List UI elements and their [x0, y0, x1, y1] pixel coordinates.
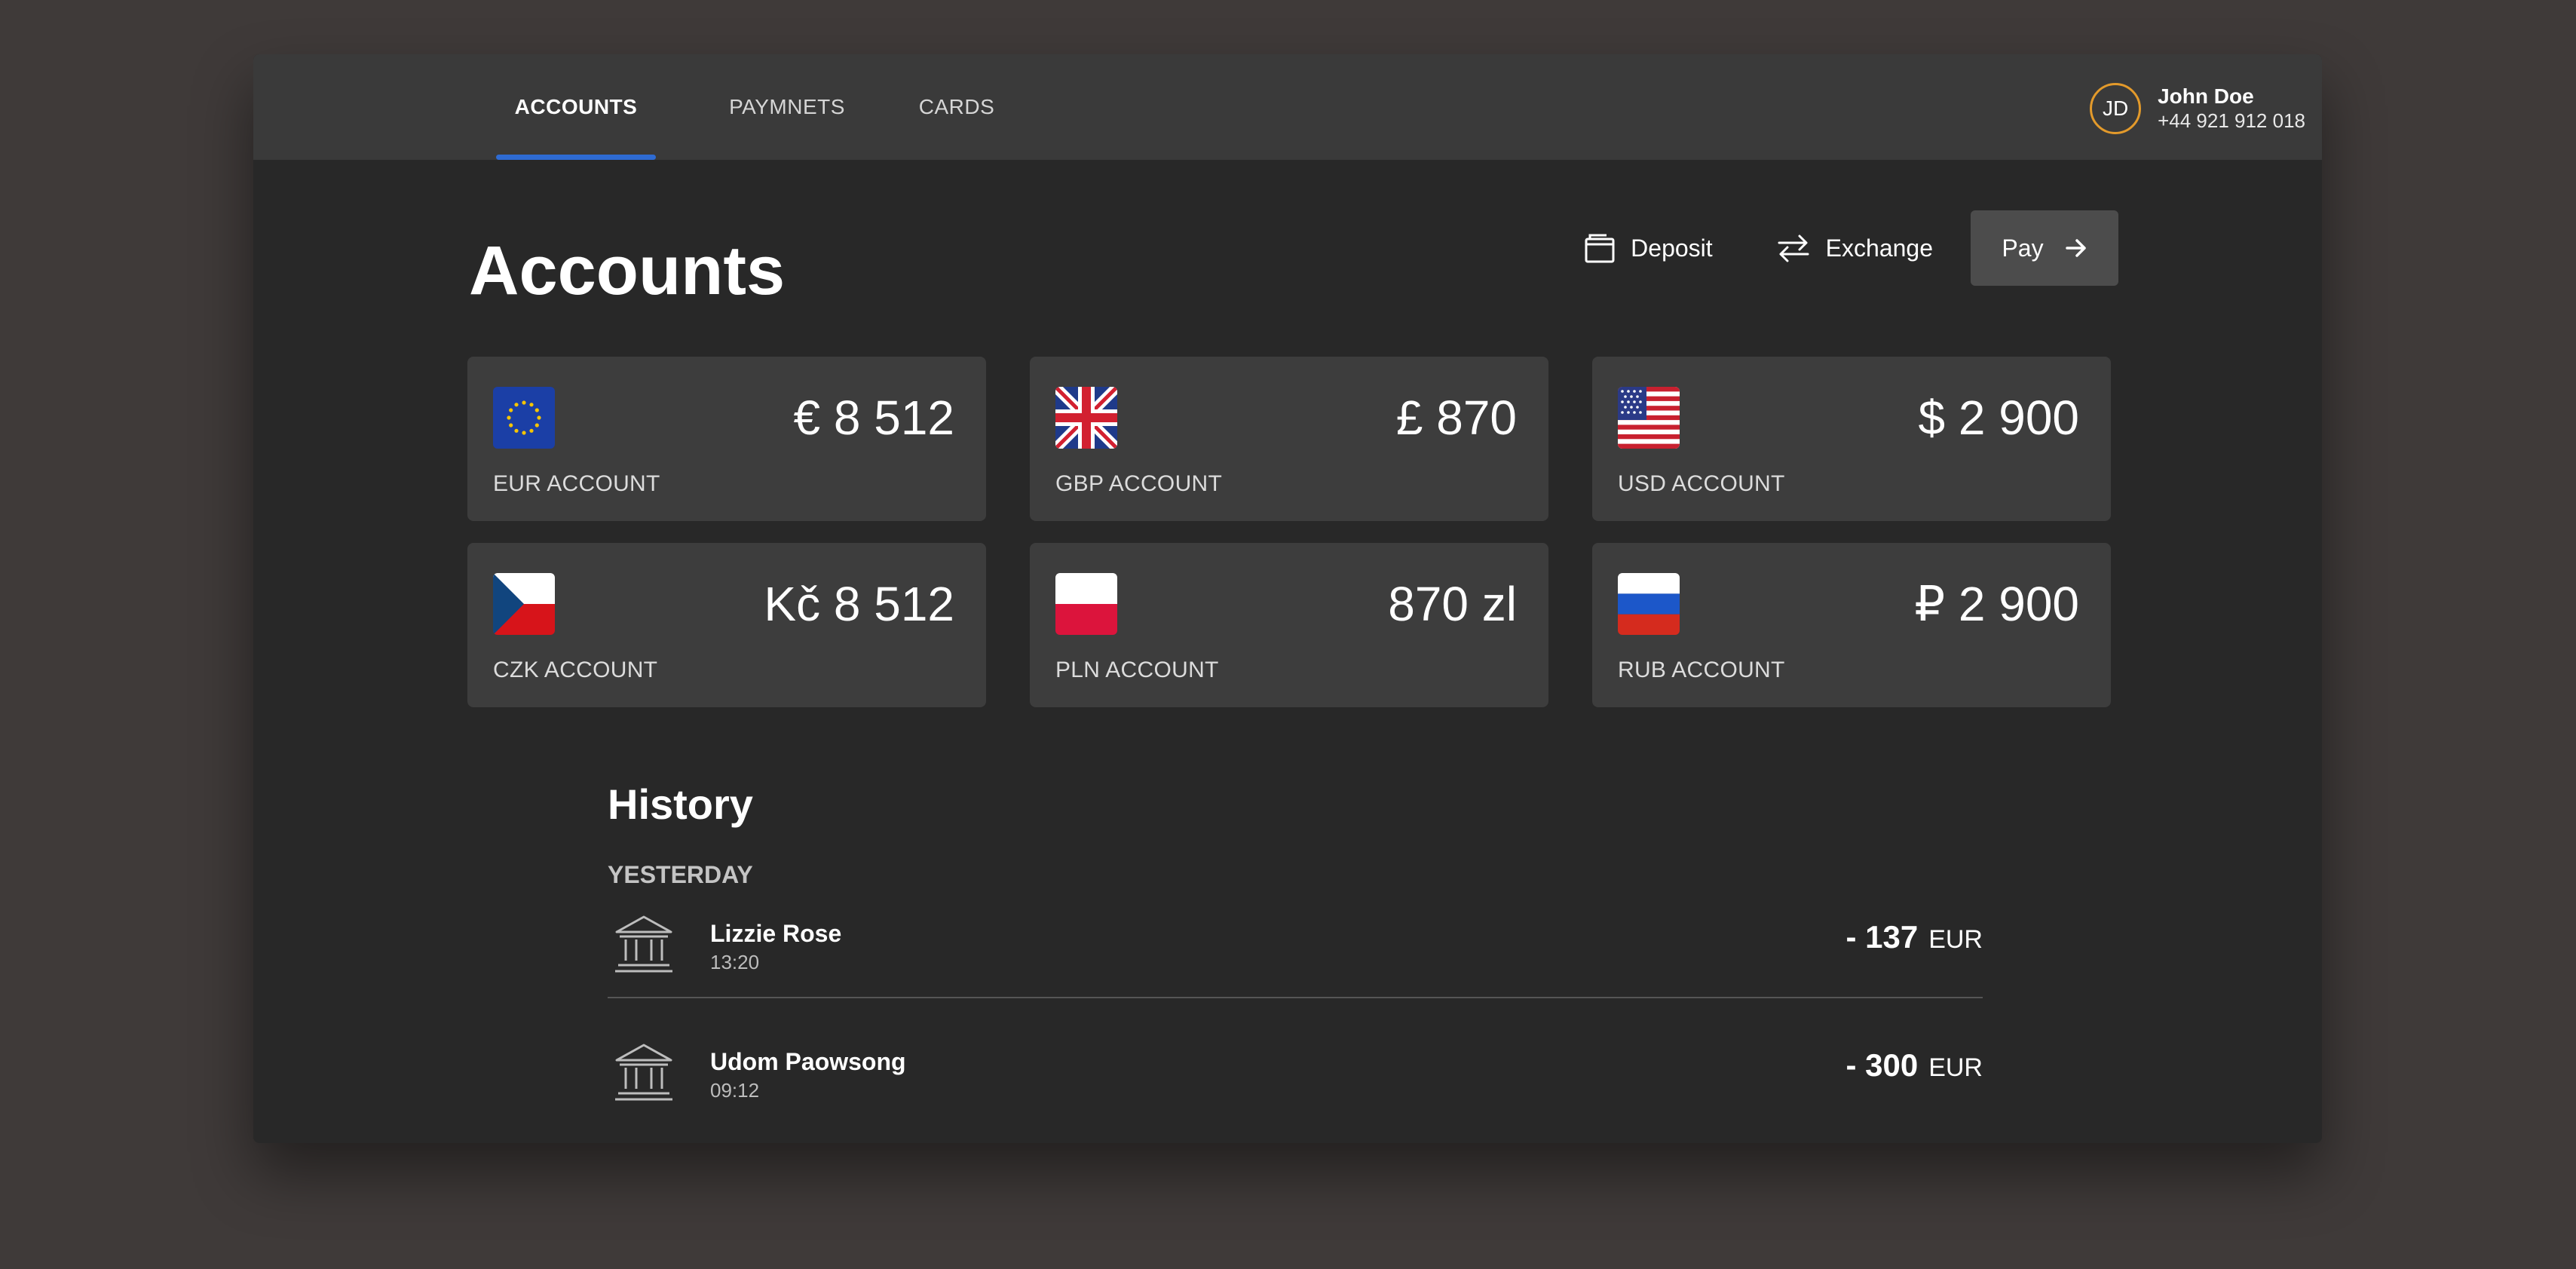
- tab-accounts[interactable]: ACCOUNTS: [496, 54, 656, 160]
- exchange-arrows-icon: [1778, 234, 1809, 262]
- user-name: John Doe: [2158, 84, 2254, 108]
- pay-label: Pay: [2002, 234, 2044, 262]
- transaction-currency: EUR: [1928, 925, 1983, 954]
- cz-flag-icon: [493, 573, 555, 635]
- account-balance: $ 2 900: [1918, 391, 2079, 445]
- app-window: ACCOUNTS PAYMNETS CARDS JD John Doe +44 …: [253, 54, 2322, 1143]
- account-balance: Kč 8 512: [764, 577, 954, 631]
- exchange-button[interactable]: Exchange: [1776, 233, 1933, 263]
- bank-icon: [615, 1044, 672, 1101]
- transaction-amount-value: - 137: [1845, 919, 1919, 955]
- account-balance: ₽ 2 900: [1914, 577, 2079, 631]
- ru-flag-icon: [1618, 573, 1680, 635]
- eu-flag-icon: [493, 387, 555, 449]
- transaction-currency: EUR: [1928, 1053, 1983, 1082]
- top-nav-bar: ACCOUNTS PAYMNETS CARDS JD John Doe +44 …: [253, 54, 2322, 160]
- history-title: History: [608, 780, 753, 828]
- transaction-row[interactable]: Udom Paowsong 09:12 - 300 EUR: [608, 1042, 1983, 1133]
- user-phone: +44 921 912 018: [2158, 109, 2305, 132]
- deposit-button[interactable]: Deposit: [1584, 232, 1713, 264]
- account-balance: 870 zl: [1388, 577, 1517, 631]
- account-card-rub[interactable]: ₽ 2 900 RUB ACCOUNT: [1592, 543, 2111, 707]
- history-day-label: YESTERDAY: [608, 861, 753, 888]
- transaction-amount-value: - 300: [1845, 1047, 1919, 1083]
- account-card-usd[interactable]: $ 2 900 USD ACCOUNT: [1592, 357, 2111, 521]
- account-label: CZK ACCOUNT: [493, 657, 658, 682]
- page-title: Accounts: [469, 232, 786, 309]
- arrow-right-icon: [2065, 239, 2086, 257]
- deposit-label: Deposit: [1631, 234, 1713, 262]
- account-label: PLN ACCOUNT: [1055, 657, 1219, 682]
- transaction-amount: - 300 EUR: [1845, 1047, 1983, 1087]
- account-balance: € 8 512: [793, 391, 954, 445]
- account-balance: £ 870: [1395, 391, 1517, 445]
- account-card-gbp[interactable]: £ 870 GBP ACCOUNT: [1030, 357, 1548, 521]
- avatar[interactable]: JD: [2090, 83, 2142, 134]
- transaction-row[interactable]: Lizzie Rose 13:20 - 137 EUR: [608, 914, 1983, 1004]
- account-label: EUR ACCOUNT: [493, 471, 660, 496]
- account-label: GBP ACCOUNT: [1055, 471, 1223, 496]
- transaction-name: Lizzie Rose: [710, 920, 842, 947]
- account-card-eur[interactable]: € 8 512 EUR ACCOUNT: [467, 357, 986, 521]
- wallet-icon: [1585, 234, 1615, 263]
- transaction-time: 13:20: [710, 951, 760, 973]
- transaction-time: 09:12: [710, 1079, 760, 1102]
- user-info: John Doe +44 921 912 018: [2158, 84, 2305, 133]
- tab-cards[interactable]: CARDS: [894, 54, 1019, 160]
- exchange-label: Exchange: [1825, 234, 1933, 262]
- account-card-czk[interactable]: Kč 8 512 CZK ACCOUNT: [467, 543, 986, 707]
- tab-payments[interactable]: PAYMNETS: [704, 54, 870, 160]
- account-label: RUB ACCOUNT: [1618, 657, 1785, 682]
- bank-icon: [615, 915, 672, 973]
- account-card-pln[interactable]: 870 zl PLN ACCOUNT: [1030, 543, 1548, 707]
- transaction-amount: - 137 EUR: [1845, 918, 1983, 958]
- pay-button[interactable]: Pay: [1971, 210, 2118, 286]
- user-profile[interactable]: JD John Doe +44 921 912 018: [2090, 81, 2305, 136]
- us-flag-icon: [1618, 387, 1680, 449]
- account-actions: Deposit Exchange Pay: [1521, 210, 2118, 286]
- divider: [608, 997, 1983, 998]
- pl-flag-icon: [1055, 573, 1117, 635]
- transaction-name: Udom Paowsong: [710, 1048, 906, 1075]
- account-label: USD ACCOUNT: [1618, 471, 1785, 496]
- uk-flag-icon: [1055, 387, 1117, 449]
